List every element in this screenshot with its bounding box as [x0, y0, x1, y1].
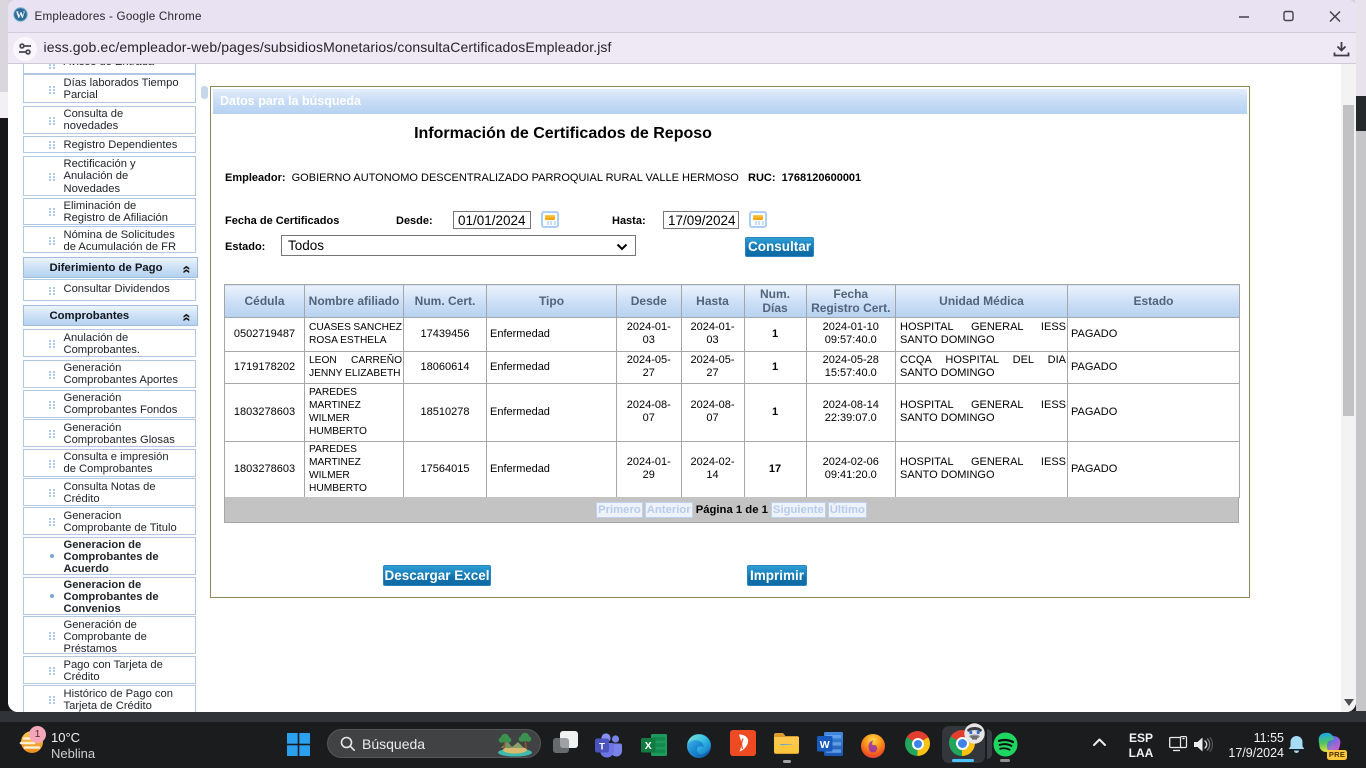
svg-text:W: W [820, 739, 830, 751]
svg-text:T: T [599, 742, 605, 753]
svg-text:X: X [645, 740, 652, 752]
svg-text:W: W [16, 11, 26, 21]
